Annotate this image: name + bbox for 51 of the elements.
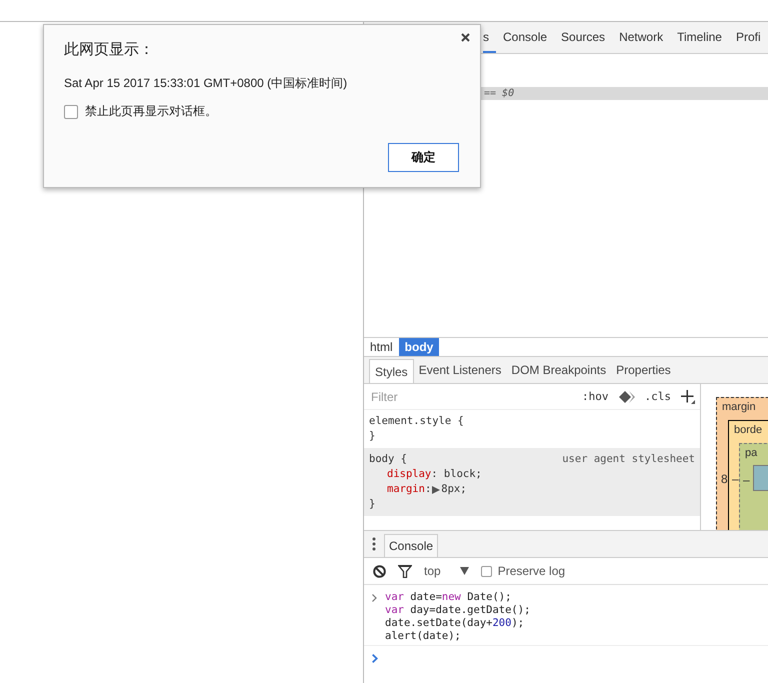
box-label: pa <box>745 447 758 459</box>
breadcrumb[interactable]: html <box>364 338 399 356</box>
panel-tab[interactable]: Profi <box>728 22 768 53</box>
diamond-icon[interactable] <box>618 390 634 402</box>
sidebar-tab[interactable]: Properties <box>611 357 676 383</box>
panel-tab[interactable]: Network <box>612 22 670 53</box>
prompt-icon[interactable] <box>372 654 378 663</box>
ok-button[interactable]: 确定 <box>388 143 459 172</box>
panel-tab[interactable]: Sources <box>554 22 612 53</box>
box-label: margin <box>722 401 756 413</box>
padding-value: – <box>743 473 750 487</box>
hover-state-button[interactable]: :hov <box>582 390 608 403</box>
panel-tab[interactable]: Timeline <box>670 22 729 53</box>
margin-value: 8 <box>721 472 728 486</box>
css-closing-brace: } <box>369 497 376 512</box>
stylesheet-source: user agent stylesheet <box>562 452 695 467</box>
css-closing-brace: } <box>369 429 376 444</box>
more-icon[interactable] <box>372 537 376 551</box>
sidebar-tab[interactable]: Event Listeners <box>414 357 506 383</box>
dropdown-icon[interactable] <box>460 567 469 575</box>
filter-icon[interactable] <box>398 564 412 578</box>
sidebar-tab[interactable]: Styles <box>369 359 414 383</box>
css-value: 8px; <box>441 482 467 497</box>
add-icon[interactable] <box>681 390 695 404</box>
css-selector: body { <box>369 452 407 467</box>
clear-icon[interactable] <box>373 564 386 578</box>
css-selector: element.style { <box>369 414 464 429</box>
css-declaration: margin: <box>387 482 432 497</box>
panel-tab[interactable]: Console <box>496 22 554 53</box>
drawer-tab[interactable]: Console <box>384 534 438 557</box>
breadcrumb[interactable]: body <box>398 338 440 356</box>
chevron-icon <box>372 594 377 602</box>
border-value: – <box>732 472 739 486</box>
close-icon[interactable] <box>461 33 470 42</box>
checkbox[interactable] <box>480 566 492 576</box>
code-line: date.setDate(day+200); <box>385 617 526 630</box>
dialog-message: Sat Apr 15 2017 15:33:01 GMT+0800 (中国标准时间) <box>64 75 348 92</box>
checkbox-label[interactable]: Preserve log <box>498 564 566 578</box>
css-declaration: display: block; <box>387 467 482 482</box>
checkbox-label[interactable]: 禁止此页再显示对话框。 <box>85 103 217 120</box>
box-label: borde <box>734 424 762 436</box>
sidebar-tab[interactable]: DOM Breakpoints <box>506 357 612 383</box>
checkbox[interactable] <box>64 104 78 118</box>
code-line: var date=new Date(); <box>385 591 512 604</box>
code-line: var day=date.getDate(); <box>385 604 530 617</box>
dialog-title: 此网页显示： <box>64 40 155 59</box>
code-line: alert(date); <box>385 630 462 643</box>
class-button[interactable]: .cls <box>644 390 671 403</box>
context-select[interactable]: top <box>424 564 469 578</box>
filter-field[interactable]: Filter <box>369 388 572 404</box>
expand-icon[interactable] <box>432 486 440 494</box>
